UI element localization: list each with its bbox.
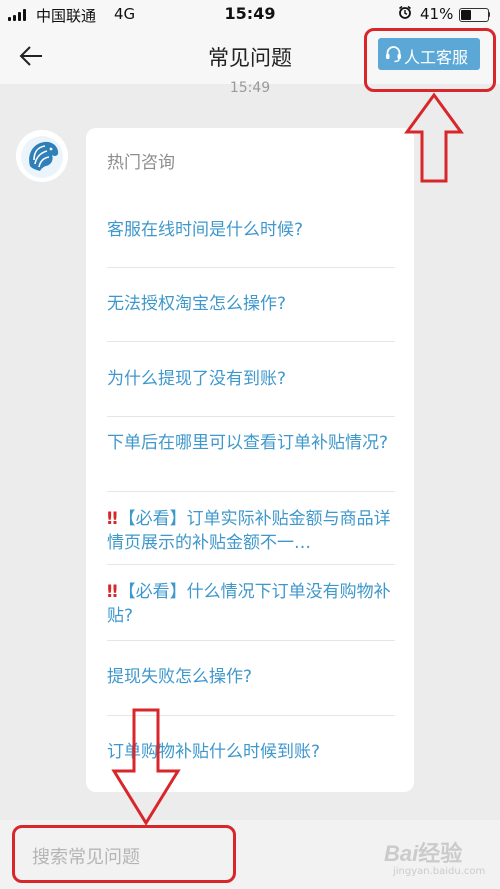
battery-cap [488,12,490,17]
human-agent-button[interactable]: 人工客服 [378,38,480,70]
faq-item-text: 客服在线时间是什么时候? [107,220,304,240]
faq-bubble: 热门咨询 客服在线时间是什么时候? 无法授权淘宝怎么操作? 为什么提现了没有到账… [86,128,414,792]
alarm-clock-icon [398,5,412,23]
divider [107,491,395,492]
divider [107,715,395,716]
faq-item[interactable]: 下单后在哪里可以查看订单补贴情况? [107,431,395,455]
battery-percent: 41% [420,5,454,23]
faq-item-text: 【必看】什么情况下订单没有购物补贴? [107,582,391,626]
faq-item[interactable]: 订单购物补贴什么时候到账? [107,740,395,764]
battery-icon [459,8,489,22]
faq-item[interactable]: 提现失败怎么操作? [107,665,395,689]
divider [107,640,395,641]
search-input[interactable] [20,840,320,874]
faq-item[interactable]: ‼ 【必看】订单实际补贴金额与商品详情页展示的补贴金额不一… [107,507,395,555]
faq-mark-icon: ‼ [107,509,118,529]
human-agent-label: 人工客服 [404,48,469,67]
watermark-url: jingyan.baidu.com [393,866,486,877]
navigation-bar: 常见问题 人工客服 [0,28,500,84]
faq-item[interactable]: 为什么提现了没有到账? [107,367,395,391]
faq-item-text: 下单后在哪里可以查看订单补贴情况? [107,433,389,453]
divider [107,341,395,342]
headset-icon [385,45,402,67]
faq-item-text: 订单购物补贴什么时候到账? [107,742,321,762]
faq-item-text: 为什么提现了没有到账? [107,369,287,389]
watermark-logo: Bai经验 [384,841,463,866]
divider [107,267,395,268]
faq-item[interactable]: 无法授权淘宝怎么操作? [107,292,395,316]
lion-logo-icon [16,130,68,182]
divider [107,416,395,417]
battery-level [461,10,471,20]
faq-item[interactable]: ‼ 【必看】什么情况下订单没有购物补贴? [107,580,395,628]
message-timestamp: 15:49 [229,80,271,96]
faq-item-text: 无法授权淘宝怎么操作? [107,294,287,314]
faq-item-text: 提现失败怎么操作? [107,667,253,687]
divider [107,564,395,565]
faq-mark-icon: ‼ [107,582,118,602]
faq-item[interactable]: 客服在线时间是什么时候? [107,218,395,242]
status-bar: 中国联通 4G 15:49 41% [0,0,500,28]
faq-heading: 热门咨询 [107,153,175,173]
faq-item-text: 【必看】订单实际补贴金额与商品详情页展示的补贴金额不一… [107,509,391,553]
